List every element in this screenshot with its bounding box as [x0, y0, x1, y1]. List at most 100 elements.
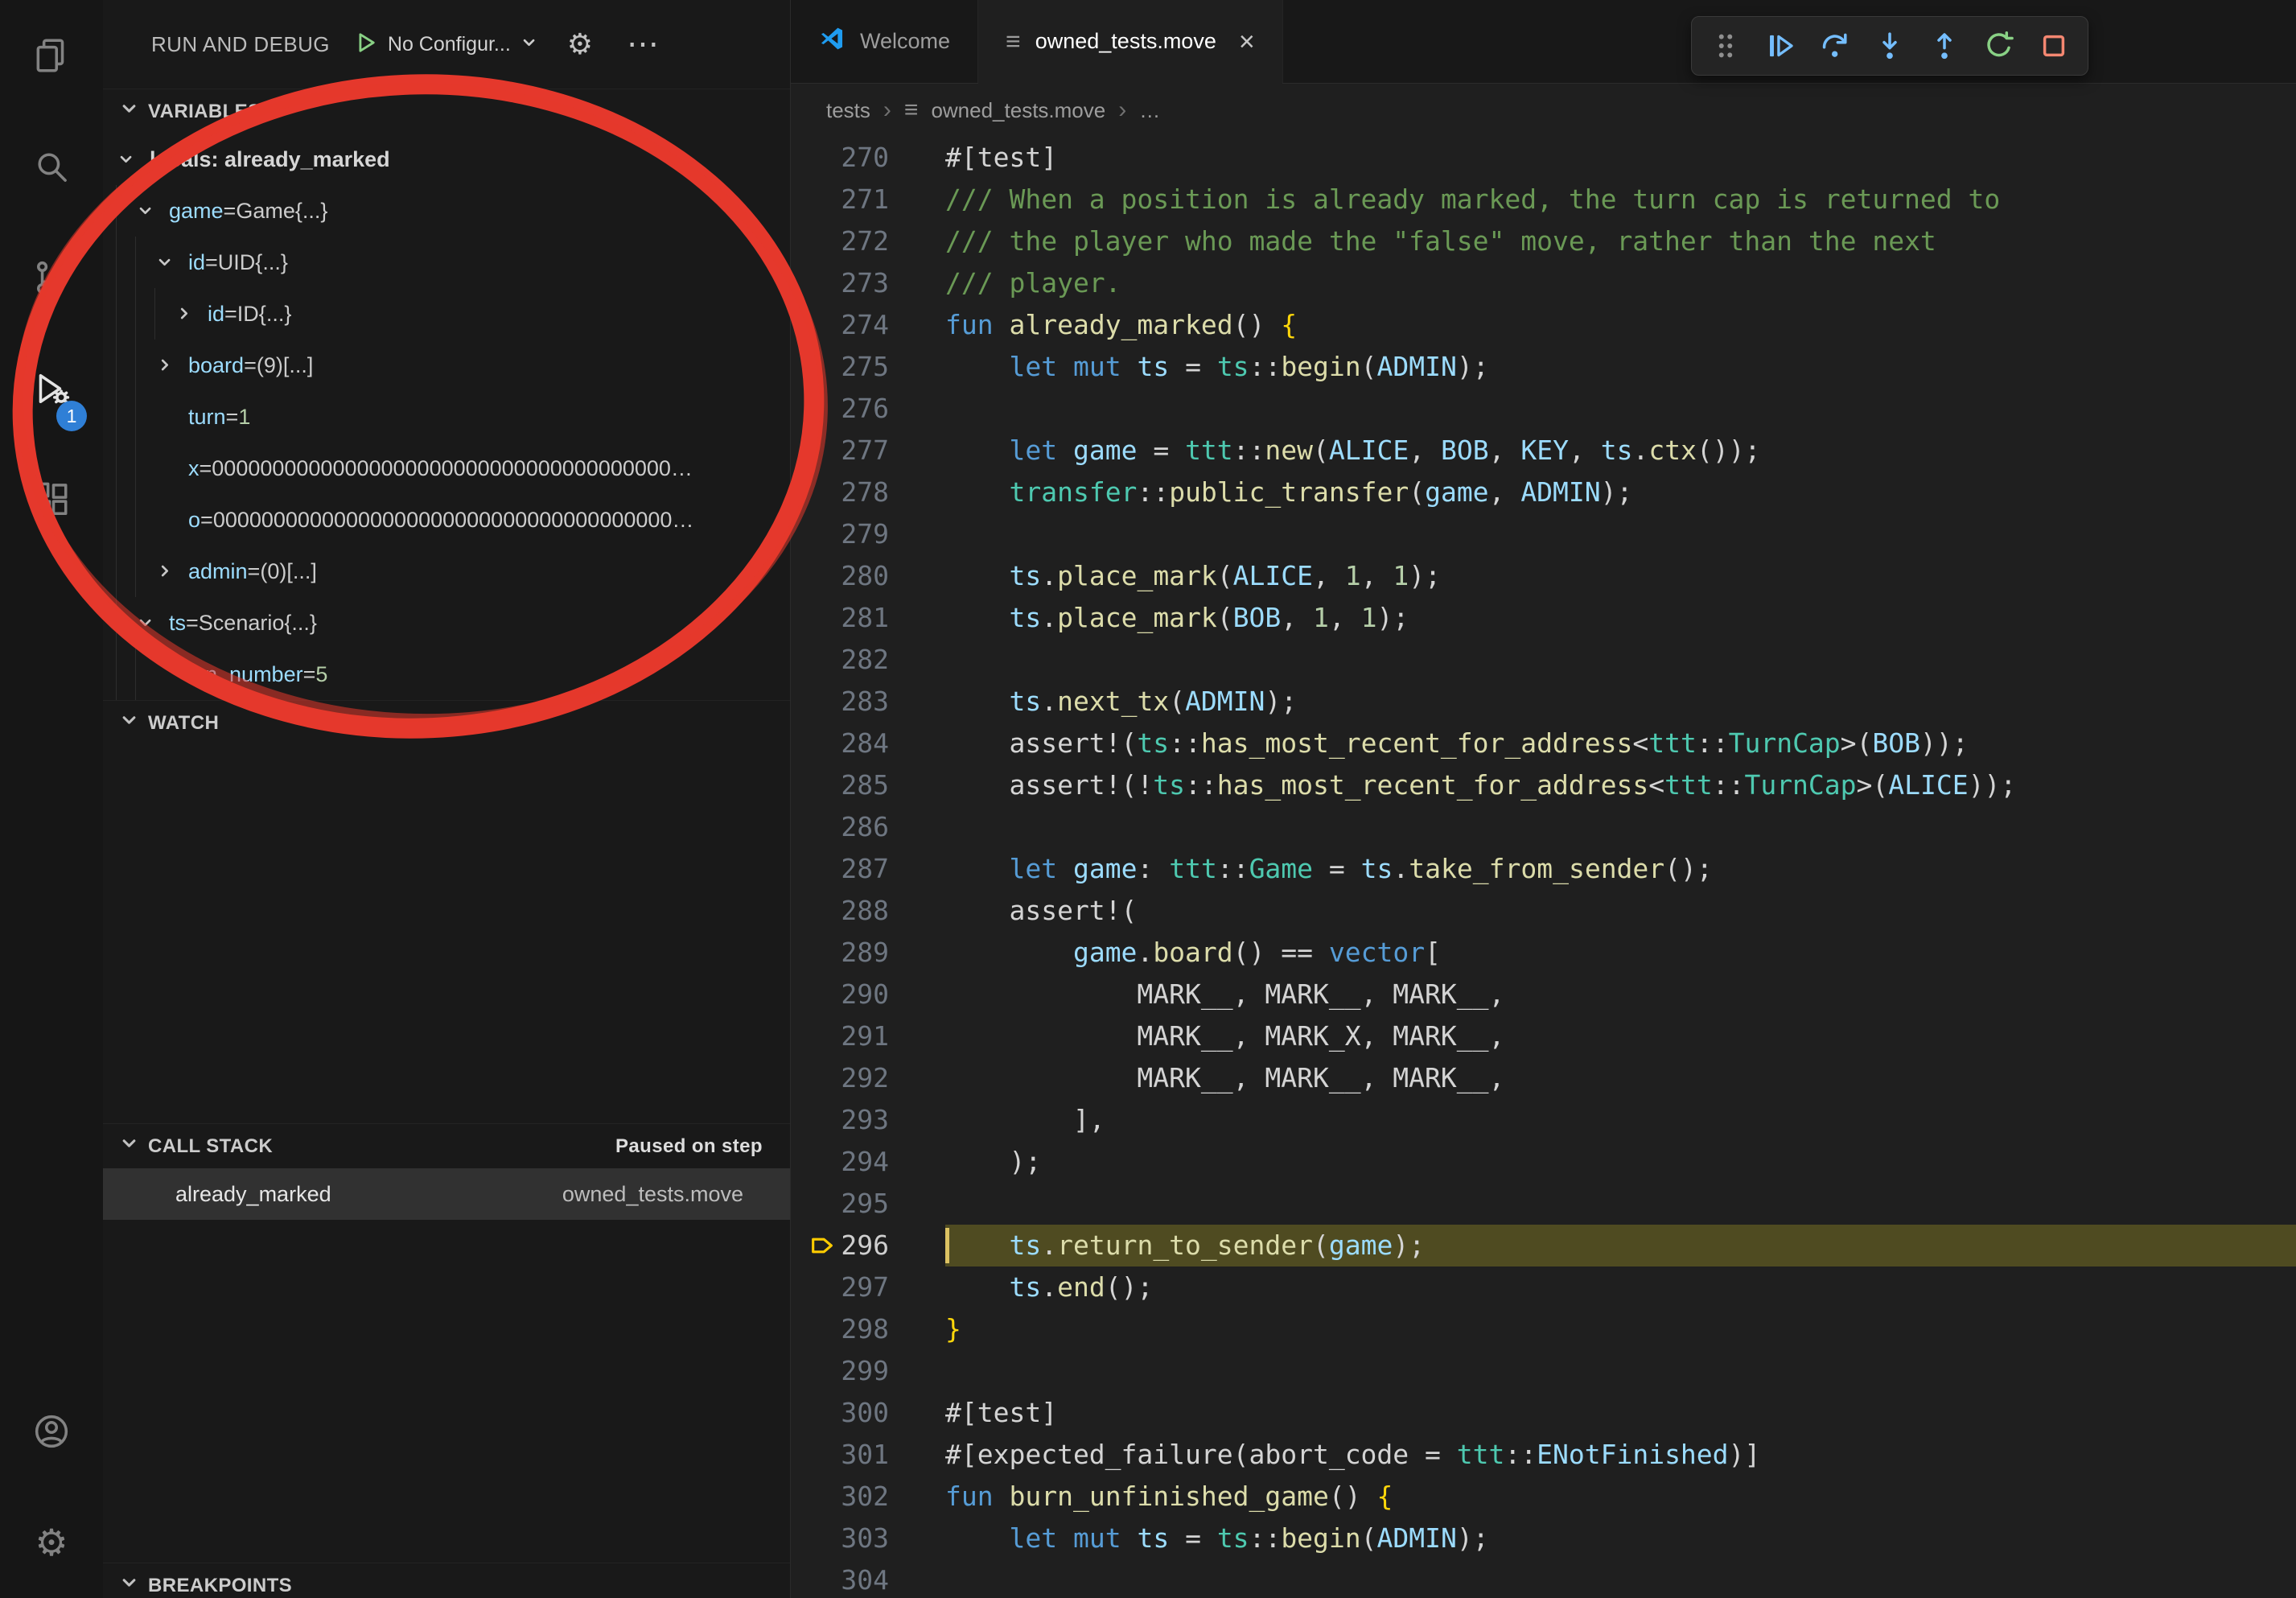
breadcrumb-item[interactable]: tests: [826, 98, 870, 123]
chevron-right-icon[interactable]: [154, 561, 188, 582]
code-line-272[interactable]: 272/// the player who made the "false" m…: [791, 220, 2296, 262]
code-line-283[interactable]: 283 ts.next_tx(ADMIN);: [791, 681, 2296, 723]
line-number[interactable]: 290: [791, 974, 945, 1015]
source-control-icon[interactable]: [0, 222, 103, 333]
code-line-303[interactable]: 303 let mut ts = ts::begin(ADMIN);: [791, 1518, 2296, 1559]
line-number[interactable]: 293: [791, 1099, 945, 1141]
line-number[interactable]: 292: [791, 1057, 945, 1099]
line-number[interactable]: 291: [791, 1015, 945, 1057]
code-line-286[interactable]: 286: [791, 806, 2296, 848]
line-number[interactable]: 302: [791, 1476, 945, 1518]
code-line-275[interactable]: 275 let mut ts = ts::begin(ADMIN);: [791, 346, 2296, 388]
chevron-right-icon[interactable]: [154, 355, 188, 376]
code-line-287[interactable]: 287 let game: ttt::Game = ts.take_from_s…: [791, 848, 2296, 890]
line-number[interactable]: 283: [791, 681, 945, 723]
code-line-270[interactable]: 270#[test]: [791, 137, 2296, 179]
code-line-300[interactable]: 300#[test]: [791, 1392, 2296, 1434]
line-number[interactable]: 289: [791, 932, 945, 974]
debug-config-picker[interactable]: No Configur...: [352, 29, 540, 60]
code-line-285[interactable]: 285 assert!(!ts::has_most_recent_for_add…: [791, 764, 2296, 806]
extensions-icon[interactable]: [0, 444, 103, 555]
code-line-293[interactable]: 293 ],: [791, 1099, 2296, 1141]
breakpoints-section-header[interactable]: BREAKPOINTS: [103, 1563, 790, 1598]
code-line-282[interactable]: 282: [791, 639, 2296, 681]
line-number[interactable]: 282: [791, 639, 945, 681]
step-into-icon[interactable]: [1866, 22, 1914, 70]
variable-row[interactable]: game = Game{...}: [103, 185, 790, 237]
code-line-271[interactable]: 271/// When a position is already marked…: [791, 179, 2296, 220]
line-number[interactable]: 274: [791, 304, 945, 346]
variable-row[interactable]: id = ID{...}: [103, 288, 790, 340]
restart-icon[interactable]: [1975, 22, 2023, 70]
variable-row[interactable]: id = UID{...}: [103, 237, 790, 288]
step-over-icon[interactable]: [1811, 22, 1859, 70]
code-line-296[interactable]: 296 ts.return_to_sender(game);: [791, 1225, 2296, 1266]
line-number[interactable]: 301: [791, 1434, 945, 1476]
code-line-276[interactable]: 276: [791, 388, 2296, 430]
variable-row[interactable]: admin = (0)[...]: [103, 546, 790, 597]
variable-row[interactable]: locals: already_marked: [103, 134, 790, 185]
callstack-frame[interactable]: already_markedowned_tests.move: [103, 1168, 790, 1220]
line-number[interactable]: 276: [791, 388, 945, 430]
code-line-302[interactable]: 302fun burn_unfinished_game() {: [791, 1476, 2296, 1518]
code-editor[interactable]: 270#[test]271/// When a position is alre…: [791, 137, 2296, 1598]
code-line-289[interactable]: 289 game.board() == vector[: [791, 932, 2296, 974]
variable-row[interactable]: txn_number = 5: [103, 649, 790, 700]
variable-row[interactable]: ts = Scenario{...}: [103, 597, 790, 649]
continue-icon[interactable]: [1756, 22, 1804, 70]
drag-grip-icon[interactable]: [1701, 22, 1750, 70]
line-number[interactable]: 284: [791, 723, 945, 764]
code-line-304[interactable]: 304: [791, 1559, 2296, 1598]
code-line-298[interactable]: 298}: [791, 1308, 2296, 1350]
code-line-284[interactable]: 284 assert!(ts::has_most_recent_for_addr…: [791, 723, 2296, 764]
code-line-288[interactable]: 288 assert!(: [791, 890, 2296, 932]
code-line-299[interactable]: 299: [791, 1350, 2296, 1392]
variable-row[interactable]: o = 000000000000000000000000000000000000…: [103, 494, 790, 546]
chevron-right-icon[interactable]: [174, 303, 208, 324]
code-line-297[interactable]: 297 ts.end();: [791, 1266, 2296, 1308]
settings-gear-icon[interactable]: ⚙: [0, 1487, 103, 1598]
debug-gear-icon[interactable]: ⚙: [567, 30, 593, 59]
line-number[interactable]: 271: [791, 179, 945, 220]
start-debugging-icon[interactable]: [352, 29, 380, 60]
breadcrumb-item[interactable]: …: [1139, 98, 1160, 123]
line-number[interactable]: 299: [791, 1350, 945, 1392]
close-icon[interactable]: ×: [1239, 28, 1255, 56]
code-line-273[interactable]: 273/// player.: [791, 262, 2296, 304]
line-number[interactable]: 279: [791, 513, 945, 555]
explorer-icon[interactable]: [0, 0, 103, 111]
line-number[interactable]: 297: [791, 1266, 945, 1308]
tab-owned-tests-move[interactable]: ≡owned_tests.move×: [978, 0, 1283, 83]
variables-section-header[interactable]: VARIABLES: [103, 89, 790, 134]
line-number[interactable]: 273: [791, 262, 945, 304]
line-number[interactable]: 277: [791, 430, 945, 472]
code-line-290[interactable]: 290 MARK__, MARK__, MARK__,: [791, 974, 2296, 1015]
line-number[interactable]: 275: [791, 346, 945, 388]
line-number[interactable]: 281: [791, 597, 945, 639]
variable-row[interactable]: x = 000000000000000000000000000000000000…: [103, 443, 790, 494]
variable-row[interactable]: board = (9)[...]: [103, 340, 790, 391]
chevron-down-icon[interactable]: [135, 612, 169, 633]
line-number[interactable]: 286: [791, 806, 945, 848]
line-number[interactable]: 287: [791, 848, 945, 890]
stop-icon[interactable]: [2030, 22, 2078, 70]
code-line-292[interactable]: 292 MARK__, MARK__, MARK__,: [791, 1057, 2296, 1099]
line-number[interactable]: 278: [791, 472, 945, 513]
line-number[interactable]: 300: [791, 1392, 945, 1434]
code-line-280[interactable]: 280 ts.place_mark(ALICE, 1, 1);: [791, 555, 2296, 597]
more-actions-icon[interactable]: ⋯: [627, 28, 659, 60]
code-line-277[interactable]: 277 let game = ttt::new(ALICE, BOB, KEY,…: [791, 430, 2296, 472]
search-icon[interactable]: [0, 111, 103, 222]
line-number[interactable]: 303: [791, 1518, 945, 1559]
variable-row[interactable]: turn = 1: [103, 391, 790, 443]
code-line-281[interactable]: 281 ts.place_mark(BOB, 1, 1);: [791, 597, 2296, 639]
line-number[interactable]: 285: [791, 764, 945, 806]
account-icon[interactable]: [0, 1376, 103, 1487]
code-line-301[interactable]: 301#[expected_failure(abort_code = ttt::…: [791, 1434, 2296, 1476]
line-number[interactable]: 270: [791, 137, 945, 179]
run-and-debug-icon[interactable]: 1: [0, 333, 103, 444]
chevron-down-icon[interactable]: [116, 149, 150, 170]
chevron-down-icon[interactable]: [135, 200, 169, 221]
line-number[interactable]: 280: [791, 555, 945, 597]
code-line-279[interactable]: 279: [791, 513, 2296, 555]
